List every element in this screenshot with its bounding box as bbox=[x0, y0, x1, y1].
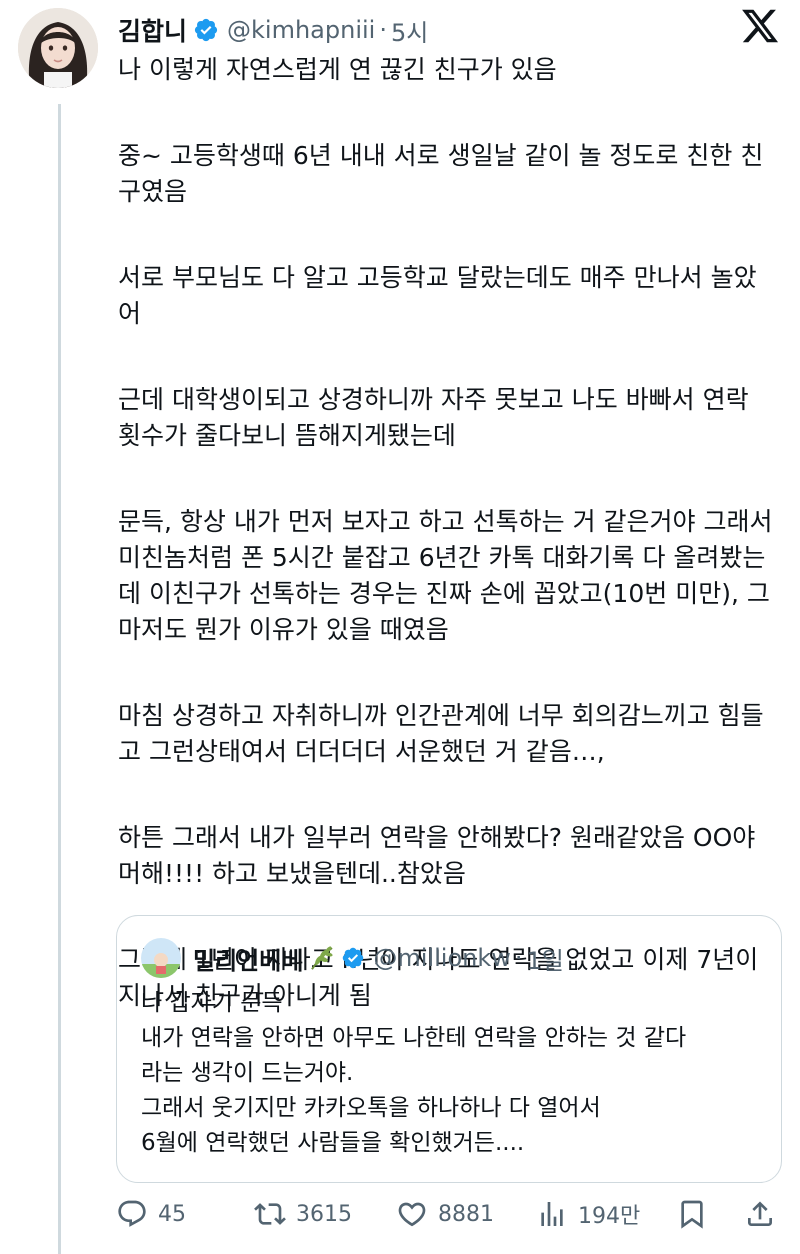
reply-icon bbox=[118, 1200, 146, 1227]
share-icon bbox=[748, 1201, 772, 1226]
tweet-paragraph: 문득, 항상 내가 먼저 보자고 하고 선톡하는 거 같은거야 그래서 미친놈처… bbox=[118, 507, 773, 644]
views-icon bbox=[541, 1202, 563, 1226]
reply-count: 45 bbox=[158, 1201, 186, 1227]
quote-line: 라는 생각이 드는거야. bbox=[141, 1060, 354, 1086]
quote-header: 밀리언베베 @millionkw · 1일 bbox=[141, 938, 564, 978]
separator-dot: · bbox=[379, 16, 387, 44]
quote-handle[interactable]: @millionkw bbox=[373, 944, 510, 972]
x-logo-icon[interactable] bbox=[740, 6, 780, 46]
quote-line: 6월에 연락했던 사람들을 확인했거든.... bbox=[141, 1130, 525, 1156]
verified-icon bbox=[343, 947, 364, 969]
verified-icon bbox=[194, 18, 218, 42]
action-bar: 45 3615 8881 194만 bbox=[116, 1194, 782, 1234]
tweet-paragraph: 중~ 고등학생때 6년 내내 서로 생일날 같이 놀 정도로 친한 친구였음 bbox=[118, 141, 764, 206]
leaf-icon bbox=[311, 946, 334, 970]
like-count: 8881 bbox=[438, 1201, 494, 1227]
quote-timestamp[interactable]: 1일 bbox=[527, 941, 564, 976]
tweet-paragraph: 나 이렇게 자연스럽게 연 끊긴 친구가 있음 bbox=[118, 55, 557, 84]
retweet-icon bbox=[254, 1203, 286, 1225]
quote-display-name[interactable]: 밀리언베베 bbox=[193, 941, 303, 976]
quote-line: 그래서 웃기지만 카카오톡을 하나하나 다 열어서 bbox=[141, 1095, 601, 1121]
tweet-paragraph: 마침 상경하고 자취하니까 인간관계에 너무 회의감느끼고 힘들고 그런상태여서… bbox=[118, 701, 764, 766]
separator-dot: · bbox=[514, 944, 523, 972]
tweet-paragraph: 하튼 그래서 내가 일부러 연락을 안해봤다? 원래같았음 OO야 머해!!!!… bbox=[118, 823, 756, 888]
retweet-count: 3615 bbox=[296, 1201, 352, 1227]
views-count: 194만 bbox=[578, 1204, 641, 1229]
tweet-paragraph: 근데 대학생이되고 상경하니까 자주 못보고 나도 바빠서 연락 횟수가 줄다보… bbox=[118, 385, 749, 450]
tweet-header: 김합니 @kimhapniii · 5시 bbox=[118, 10, 428, 50]
tweet-paragraph: 서로 부모님도 다 알고 고등학교 달랐는데도 매주 만나서 놀았어 bbox=[118, 263, 757, 328]
timestamp[interactable]: 5시 bbox=[391, 13, 428, 48]
like-icon bbox=[398, 1202, 426, 1227]
like-button[interactable]: 8881 bbox=[396, 1194, 494, 1234]
thread-line bbox=[58, 104, 61, 1254]
bookmark-button[interactable] bbox=[676, 1194, 708, 1234]
quote-line: 내가 연락을 안하면 아무도 나한테 연락을 안하는 것 같다 bbox=[141, 1025, 687, 1051]
display-name[interactable]: 김합니 bbox=[118, 12, 187, 48]
share-button[interactable] bbox=[744, 1194, 776, 1234]
tweet-text: 나 이렇게 자연스럽게 연 끊긴 친구가 있음 중~ 고등학생때 6년 내내 서… bbox=[118, 52, 778, 1014]
views-button[interactable]: 194만 bbox=[536, 1194, 640, 1234]
quote-avatar[interactable] bbox=[141, 938, 181, 978]
handle[interactable]: @kimhapniii bbox=[227, 16, 375, 44]
quote-line: 나 갑자기 문득 bbox=[141, 990, 283, 1016]
bookmark-icon bbox=[681, 1200, 703, 1229]
retweet-button[interactable]: 3615 bbox=[254, 1194, 352, 1234]
avatar[interactable] bbox=[18, 8, 98, 88]
reply-button[interactable]: 45 bbox=[116, 1194, 186, 1234]
quote-text: 나 갑자기 문득 내가 연락을 안하면 아무도 나한테 연락을 안하는 것 같다… bbox=[141, 986, 761, 1161]
quoted-tweet[interactable]: 밀리언베베 @millionkw · 1일 나 갑자기 문득 내가 연락을 안하… bbox=[116, 915, 782, 1183]
